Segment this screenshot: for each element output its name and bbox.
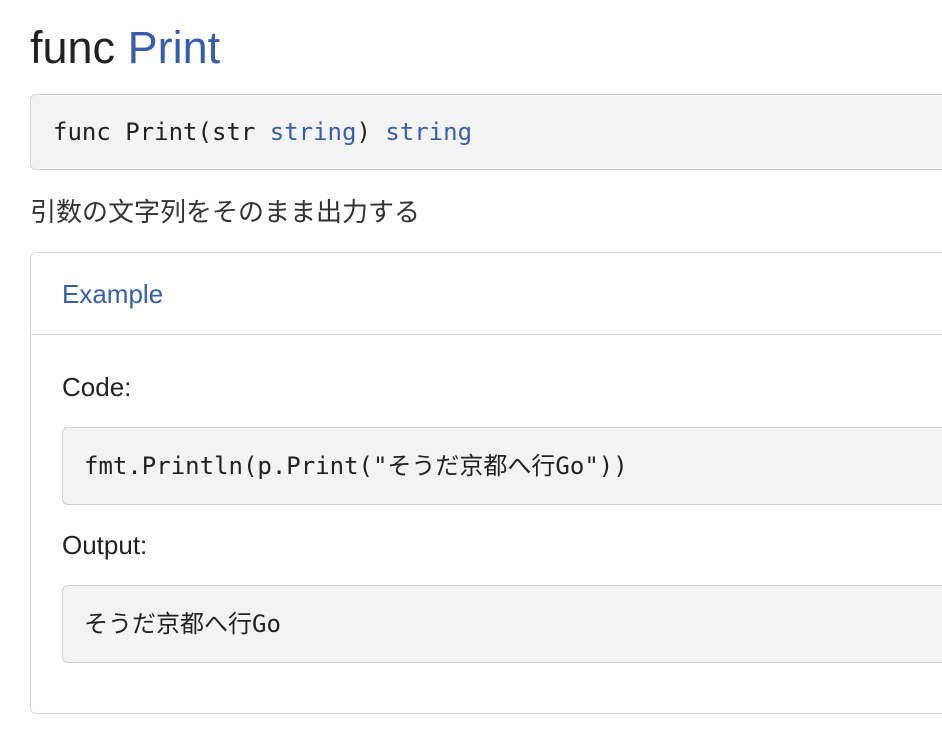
return-type-link[interactable]: string xyxy=(385,118,472,146)
function-description: 引数の文字列をそのまま出力する xyxy=(30,197,421,227)
example-code-block: fmt.Println(p.Print("そうだ京都へ行Go")) xyxy=(62,427,942,505)
example-toggle[interactable]: Example xyxy=(31,253,942,335)
signature-prefix: func Print(str xyxy=(53,118,270,146)
example-panel: Example Code: fmt.Println(p.Print("そうだ京都… xyxy=(30,252,942,714)
example-output-block: そうだ京都へ行Go xyxy=(62,585,942,663)
doc-page: func Print func Print(str string) string… xyxy=(0,0,942,738)
output-label: Output: xyxy=(62,530,148,560)
function-heading: func Print xyxy=(30,18,220,78)
heading-keyword: func xyxy=(30,22,116,73)
signature-close-paren: ) xyxy=(356,118,386,146)
code-label: Code: xyxy=(62,372,132,402)
param-type-link[interactable]: string xyxy=(270,118,357,146)
signature-code-block: func Print(str string) string xyxy=(30,94,942,170)
function-name-link[interactable]: Print xyxy=(128,22,221,73)
